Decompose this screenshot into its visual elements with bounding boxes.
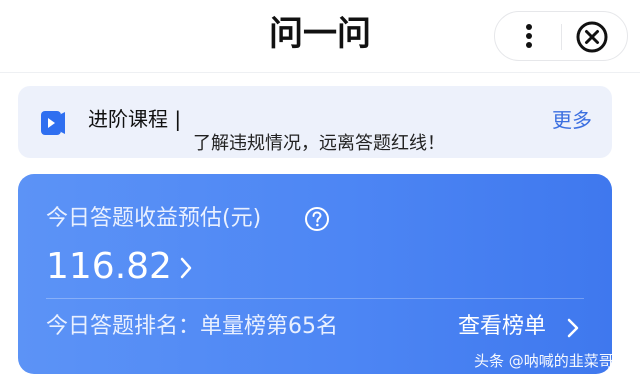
advanced-course-banner[interactable]: 进阶课程 | 了解违规情况，远离答题红线！ 更多 [18,86,612,158]
capsule-divider [561,24,562,50]
top-header: 问一问 [0,0,640,73]
banner-subtitle: 了解违规情况，远离答题红线！ [193,133,445,154]
card-divider [46,298,584,299]
more-button[interactable] [513,20,545,52]
earnings-label: 今日答题收益预估(元) [46,206,262,231]
close-button[interactable] [575,20,609,54]
more-vertical-icon [526,24,532,48]
close-circle-icon [576,21,608,53]
earnings-value[interactable]: 116.82 [46,244,172,290]
mini-program-capsule [494,11,628,61]
course-video-icon [41,111,65,135]
view-ranking-label: 查看榜单 [458,314,547,339]
banner-more-link[interactable]: 更多 [552,107,592,133]
banner-title: 进阶课程 | [88,107,182,131]
watermark: 头条 @呐喊的韭菜哥 [474,352,614,370]
chevron-right-icon[interactable] [178,256,194,280]
rank-text: 今日答题排名：单量榜第65名 [46,314,338,339]
help-circle-icon[interactable] [304,206,330,232]
earnings-card: 今日答题收益预估(元) 116.82 今日答题排名：单量榜第65名 查看榜单 [18,174,612,374]
chevron-right-icon [567,318,579,338]
